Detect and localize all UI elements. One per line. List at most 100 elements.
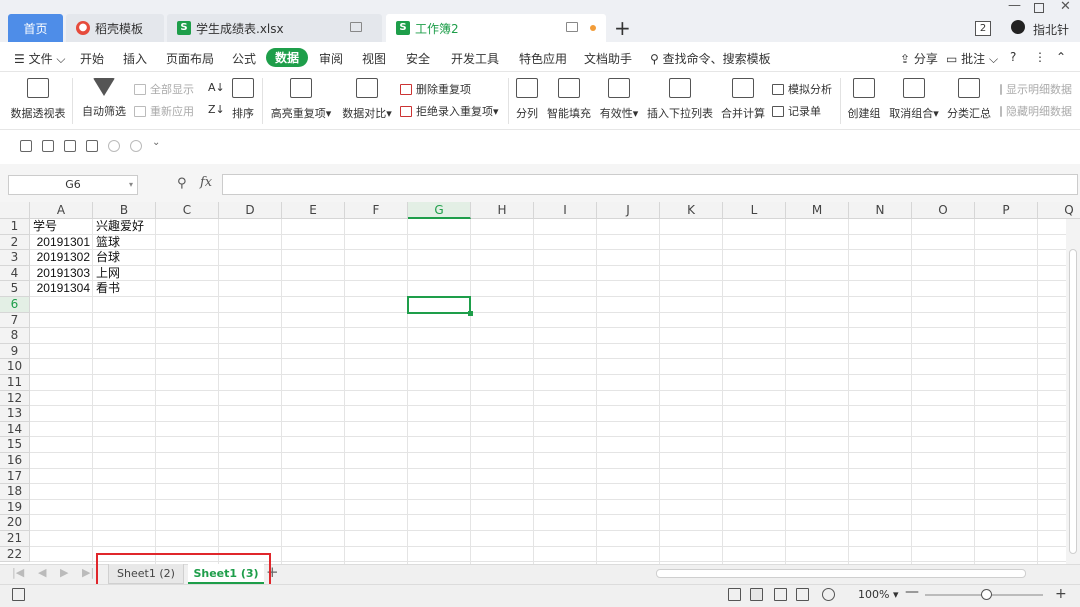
tab-student-scores[interactable]: S 学生成绩表.xlsx <box>167 14 382 42</box>
show-all-button[interactable]: 全部显示 <box>134 81 194 97</box>
print-icon[interactable] <box>64 140 76 152</box>
zoom-level[interactable]: 100% ▾ <box>858 588 898 601</box>
formula-input[interactable] <box>222 174 1078 195</box>
selected-cell[interactable] <box>407 296 471 314</box>
row-header[interactable]: 1 <box>0 219 30 235</box>
command-search[interactable]: ⚲ 查找命令、搜索模板 <box>650 50 771 67</box>
consolidate-button[interactable]: 合并计算 <box>720 72 766 130</box>
column-header[interactable]: K <box>660 202 723 219</box>
insert-function-button[interactable]: fx <box>200 175 212 190</box>
new-tab-button[interactable]: + <box>614 16 631 40</box>
row-header[interactable]: 18 <box>0 484 30 500</box>
cell[interactable]: 看书 <box>96 281 120 297</box>
format-painter-icon[interactable] <box>42 140 54 152</box>
prev-sheet-icon[interactable]: ◀ <box>38 566 46 579</box>
pivot-table-button[interactable]: 数据透视表 <box>10 72 66 130</box>
column-header[interactable]: L <box>723 202 786 219</box>
menu-security[interactable]: 安全 <box>406 50 430 67</box>
column-header[interactable]: C <box>156 202 219 219</box>
row-header[interactable]: 15 <box>0 437 30 453</box>
menu-view[interactable]: 视图 <box>362 50 386 67</box>
zoom-icon[interactable]: ⚲ <box>177 176 187 191</box>
autofilter-button[interactable]: 自动筛选 <box>80 72 128 130</box>
more-icon[interactable]: ⋮ <box>1034 50 1046 64</box>
menu-data[interactable]: 数据 <box>266 48 309 67</box>
redo-icon[interactable] <box>130 140 142 152</box>
data-compare-button[interactable]: 数据对比▾ <box>340 72 394 130</box>
name-box[interactable]: G6 ▾ <box>8 175 138 195</box>
column-header[interactable]: F <box>345 202 408 219</box>
menu-insert[interactable]: 插入 <box>123 50 147 67</box>
validity-button[interactable]: 有效性▾ <box>598 72 640 130</box>
what-if-button[interactable]: 模拟分析 <box>772 81 832 97</box>
tab-home[interactable]: 首页 <box>8 14 63 42</box>
row-header[interactable]: 10 <box>0 359 30 375</box>
row-header[interactable]: 16 <box>0 453 30 469</box>
reject-duplicates-button[interactable]: 拒绝录入重复项 ▾ <box>400 103 499 119</box>
maximize-icon[interactable] <box>1034 3 1044 13</box>
menu-features[interactable]: 特色应用 <box>519 50 567 67</box>
hide-detail-button[interactable]: 隐藏明细数据 <box>1000 103 1072 119</box>
smart-fill-button[interactable]: 智能填充 <box>546 72 592 130</box>
menu-review[interactable]: 审阅 <box>319 50 343 67</box>
cell[interactable]: 20191302 <box>30 250 90 266</box>
column-header[interactable]: A <box>30 202 93 219</box>
print-preview-icon[interactable] <box>86 140 98 152</box>
row-header[interactable]: 4 <box>0 265 30 282</box>
column-header[interactable]: O <box>912 202 975 219</box>
row-header[interactable]: 13 <box>0 406 30 422</box>
share-button[interactable]: ⇪ 分享 <box>900 50 938 67</box>
fullscreen-icon[interactable] <box>728 588 741 601</box>
row-header[interactable]: 5 <box>0 281 30 297</box>
cell[interactable]: 20191304 <box>30 281 90 297</box>
column-header[interactable]: E <box>282 202 345 219</box>
vertical-scrollbar[interactable] <box>1066 219 1080 564</box>
menu-doc-assistant[interactable]: 文档助手 <box>584 50 632 67</box>
cell[interactable]: 兴趣爱好 <box>96 219 144 235</box>
cell[interactable]: 学号 <box>33 219 57 235</box>
column-header[interactable]: Q <box>1038 202 1080 219</box>
row-header[interactable]: 7 <box>0 312 30 329</box>
tab-daoke-template[interactable]: ● 稻壳模板 <box>66 14 164 42</box>
column-header[interactable]: G <box>408 202 471 219</box>
cell[interactable]: 20191301 <box>30 235 90 251</box>
row-header[interactable]: 2 <box>0 234 30 251</box>
first-sheet-icon[interactable]: |◀ <box>12 566 24 579</box>
minimize-icon[interactable]: — <box>1008 0 1021 13</box>
reapply-button[interactable]: 重新应用 <box>134 103 194 119</box>
collapse-ribbon-icon[interactable]: ⌃ <box>1056 50 1066 64</box>
sort-asc-button[interactable]: A↓ <box>208 81 225 94</box>
comment-button[interactable]: ▭ 批注 ⌵ <box>946 50 998 67</box>
save-icon[interactable] <box>20 140 32 152</box>
window-count-badge[interactable]: 2 <box>975 21 991 36</box>
column-header[interactable]: H <box>471 202 534 219</box>
row-header[interactable]: 8 <box>0 328 30 344</box>
subtotal-button[interactable]: 分类汇总 <box>946 72 992 130</box>
ungroup-button[interactable]: 取消组合▾ <box>888 72 940 130</box>
zoom-slider-handle[interactable] <box>981 589 992 600</box>
column-header[interactable]: B <box>93 202 156 219</box>
column-header[interactable]: P <box>975 202 1038 219</box>
highlight-duplicates-button[interactable]: 高亮重复项▾ <box>268 72 334 130</box>
menu-home[interactable]: 开始 <box>80 50 104 67</box>
next-sheet-icon[interactable]: ▶ <box>60 566 68 579</box>
row-header[interactable]: 20 <box>0 515 30 531</box>
help-icon[interactable]: ? <box>1010 50 1016 64</box>
cell[interactable]: 20191303 <box>30 266 90 282</box>
column-header[interactable]: J <box>597 202 660 219</box>
user-name[interactable]: 指北针 <box>1033 21 1069 38</box>
cell[interactable]: 台球 <box>96 250 120 266</box>
row-header[interactable]: 12 <box>0 390 30 407</box>
avatar[interactable] <box>1011 20 1025 34</box>
column-header[interactable]: D <box>219 202 282 219</box>
last-sheet-icon[interactable]: ▶| <box>82 566 94 579</box>
split-column-button[interactable]: 分列 <box>514 72 540 130</box>
scroll-thumb[interactable] <box>1069 249 1077 554</box>
undo-icon[interactable] <box>108 140 120 152</box>
record-form-button[interactable]: 记录单 <box>772 103 821 119</box>
fill-handle[interactable] <box>468 310 473 316</box>
row-header[interactable]: 19 <box>0 499 30 516</box>
tab-workbook2[interactable]: S 工作簿2 <box>386 14 606 42</box>
macro-icon[interactable] <box>12 588 25 601</box>
show-detail-button[interactable]: 显示明细数据 <box>1000 81 1072 97</box>
